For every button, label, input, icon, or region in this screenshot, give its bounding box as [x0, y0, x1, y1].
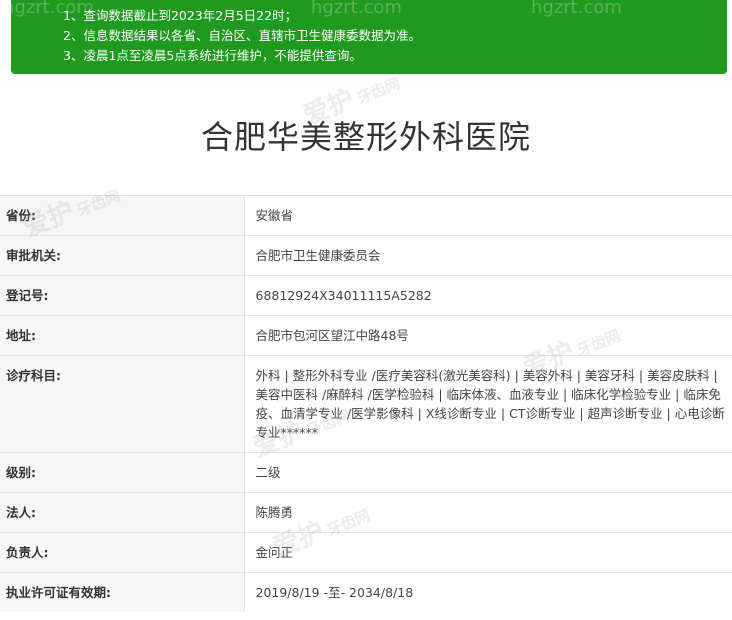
notice-line: 3、凌晨1点至凌晨5点系统进行维护，不能提供查询。 [63, 48, 362, 63]
table-row: 执业许可证有效期: 2019/8/19 -至- 2034/8/18 [0, 572, 732, 612]
watermark-domain: hgzrt.com [531, 0, 622, 18]
row-label-registration: 登记号: [0, 275, 245, 316]
row-label-authority: 审批机关: [0, 235, 245, 276]
table-row: 审批机关: 合肥市卫生健康委员会 [0, 235, 732, 276]
row-label-legal-person: 法人: [0, 492, 245, 533]
notice-line: 2、信息数据结果以各省、自治区、直辖市卫生健康委数据为准。 [63, 28, 421, 43]
watermark-sub: 牙齿网 [354, 74, 403, 108]
row-value-departments: 外科 | 整形外科专业 /医疗美容科(激光美容科) | 美容外科 | 美容牙科 … [244, 355, 732, 453]
row-value-license-validity: 2019/8/19 -至- 2034/8/18 [244, 572, 732, 612]
row-value-registration: 68812924X34011115A5282 [244, 275, 732, 316]
row-label-principal: 负责人: [0, 532, 245, 573]
notice-banner: hgzrt.com hgzrt.com hgzrt.com 1、查询数据截止到2… [3, 0, 727, 74]
row-value-province: 安徽省 [244, 195, 732, 236]
row-value-legal-person: 陈腾勇 [244, 492, 732, 533]
table-row: 登记号: 68812924X34011115A5282 [0, 275, 732, 316]
row-label-address: 地址: [0, 315, 245, 356]
row-label-province: 省份: [0, 195, 245, 236]
row-value-principal: 金问正 [244, 532, 732, 573]
row-label-license-validity: 执业许可证有效期: [0, 572, 245, 612]
row-label-level: 级别: [0, 452, 245, 493]
row-label-departments: 诊疗科目: [0, 355, 245, 453]
hospital-info-table: 省份: 安徽省 审批机关: 合肥市卫生健康委员会 登记号: 68812924X3… [0, 195, 732, 612]
row-value-address: 合肥市包河区望江中路48号 [244, 315, 732, 356]
table-row: 法人: 陈腾勇 [0, 492, 732, 533]
table-row: 负责人: 金问正 [0, 532, 732, 573]
row-value-level: 二级 [244, 452, 732, 493]
watermark-domain: hgzrt.com [311, 0, 402, 18]
row-value-authority: 合肥市卫生健康委员会 [244, 235, 732, 276]
table-row: 省份: 安徽省 [0, 195, 732, 236]
table-row: 地址: 合肥市包河区望江中路48号 [0, 315, 732, 356]
table-row: 级别: 二级 [0, 452, 732, 493]
table-row: 诊疗科目: 外科 | 整形外科专业 /医疗美容科(激光美容科) | 美容外科 |… [0, 355, 732, 453]
page-title: 合肥华美整形外科医院 [200, 118, 531, 156]
watermark-domain: hgzrt.com [3, 0, 94, 18]
